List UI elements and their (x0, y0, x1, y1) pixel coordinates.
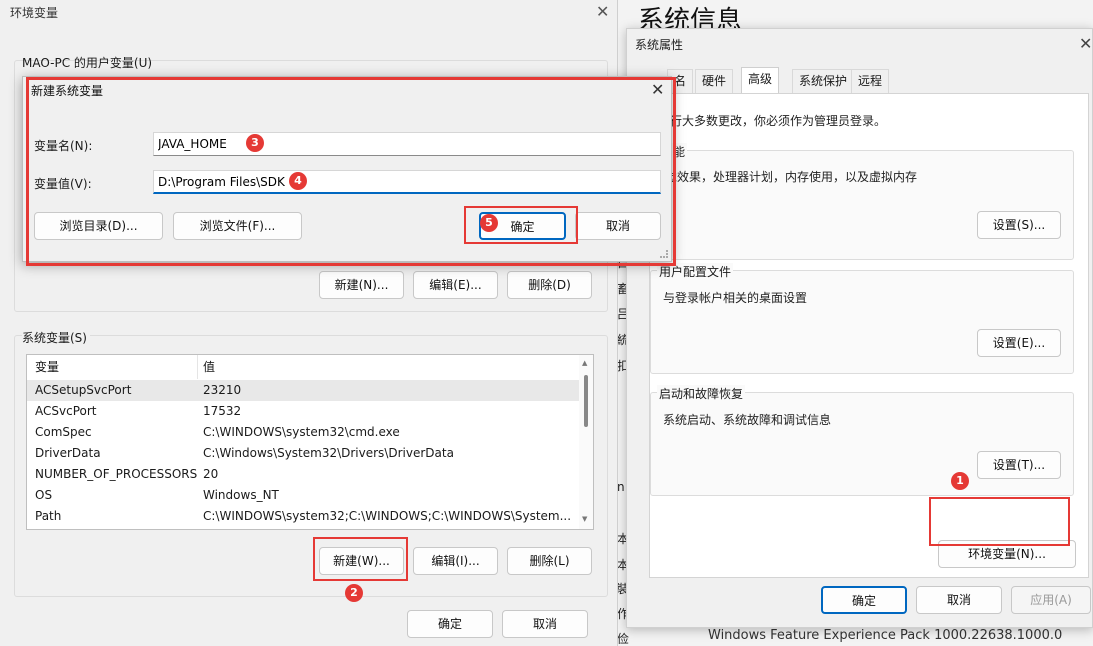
user-profiles-group: 用户配置文件 与登录帐户相关的桌面设置 设置(E)... (650, 263, 1074, 374)
row-name: ComSpec (35, 425, 92, 439)
sysprops-apply-button[interactable]: 应用(A) (1011, 586, 1091, 614)
table-row[interactable]: DriverData C:\Windows\System32\Drivers\D… (27, 443, 579, 464)
system-edit-button[interactable]: 编辑(I)... (413, 547, 498, 575)
row-name: DriverData (35, 446, 101, 460)
table-row[interactable]: ComSpec C:\WINDOWS\system32\cmd.exe (27, 422, 579, 443)
row-name: ACSvcPort (35, 404, 97, 418)
tab-system-protection[interactable]: 系统保护 (792, 69, 855, 93)
startup-recovery-settings-button[interactable]: 设置(T)... (977, 451, 1061, 479)
row-name: ACSetupSvcPort (35, 383, 132, 397)
table-row[interactable]: OS Windows_NT (27, 485, 579, 506)
row-name: OS (35, 488, 53, 502)
user-delete-button[interactable]: 删除(D) (507, 271, 592, 299)
startup-recovery-desc: 系统启动、系统故障和调试信息 (663, 413, 832, 427)
system-variables-table[interactable]: 变量 值 ACSetupSvcPort 23210 ACSvcPort 1753… (26, 354, 594, 530)
row-value: C:\Windows\System32\Drivers\DriverData (203, 446, 454, 460)
highlight-env-button (929, 497, 1070, 546)
step-badge: 4 (289, 172, 307, 190)
tab-remote[interactable]: 远程 (851, 69, 890, 93)
user-edit-button[interactable]: 编辑(E)... (413, 271, 498, 299)
user-variables-label: MAO-PC 的用户变量(U) (22, 56, 153, 70)
admin-note: 进行大多数更改，你必须作为管理员登录。 (658, 114, 887, 128)
row-name: NUMBER_OF_PROCESSORS (35, 467, 198, 481)
row-value: 17532 (203, 404, 242, 418)
close-icon[interactable]: ✕ (596, 2, 609, 21)
env-window-title: 环境变量 (10, 6, 59, 20)
tab-advanced[interactable]: 高级 (741, 67, 780, 94)
row-value: C:\WINDOWS\system32\cmd.exe (203, 425, 400, 439)
table-row[interactable]: NUMBER_OF_PROCESSORS 20 (27, 464, 579, 485)
row-name: Path (35, 509, 62, 523)
column-header-value[interactable]: 值 (203, 355, 215, 379)
row-value: C:\WINDOWS\system32;C:\WINDOWS;C:\WINDOW… (203, 509, 572, 523)
tab-hardware[interactable]: 硬件 (695, 69, 734, 93)
performance-group: 能 觉效果，处理器计划，内存使用，以及虚拟内存 设置(S)... (650, 143, 1074, 260)
startup-recovery-group: 启动和故障恢复 系统启动、系统故障和调试信息 设置(T)... (650, 385, 1074, 496)
scroll-down-icon[interactable]: ▼ (582, 515, 587, 523)
close-icon[interactable]: ✕ (1079, 34, 1092, 53)
column-header-name[interactable]: 变量 (35, 355, 59, 379)
performance-settings-button[interactable]: 设置(S)... (977, 211, 1061, 239)
column-divider[interactable] (197, 355, 198, 379)
system-properties-title: 系统属性 (635, 38, 684, 52)
highlight-new-var-dialog (26, 77, 676, 266)
step-badge: 3 (246, 134, 264, 152)
env-cancel-button[interactable]: 取消 (502, 610, 588, 638)
table-row[interactable]: Path C:\WINDOWS\system32;C:\WINDOWS;C:\W… (27, 506, 579, 527)
highlight-new-button (313, 537, 408, 581)
strip-char: 俭 (617, 630, 630, 646)
scroll-up-icon[interactable]: ▲ (582, 359, 587, 367)
sysprops-ok-button[interactable]: 确定 (821, 586, 907, 614)
step-badge: 2 (345, 584, 363, 602)
sysprops-cancel-button[interactable]: 取消 (916, 586, 1002, 614)
step-badge: 1 (951, 472, 969, 490)
performance-desc: 觉效果，处理器计划，内存使用，以及虚拟内存 (665, 170, 918, 184)
table-row[interactable]: ACSvcPort 17532 (27, 401, 579, 422)
startup-recovery-title: 启动和故障恢复 (657, 385, 746, 402)
env-ok-button[interactable]: 确定 (407, 610, 493, 638)
system-delete-button[interactable]: 删除(L) (507, 547, 592, 575)
scrollbar-thumb[interactable] (584, 375, 588, 427)
system-variables-label: 系统变量(S) (22, 329, 90, 346)
feature-pack-text: Windows Feature Experience Pack 1000.226… (708, 628, 1063, 643)
row-value: Windows_NT (203, 488, 279, 502)
user-new-button[interactable]: 新建(N)... (319, 271, 404, 299)
table-row[interactable]: ACSetupSvcPort 23210 (27, 380, 579, 401)
user-profiles-desc: 与登录帐户相关的桌面设置 (663, 291, 808, 305)
user-profiles-settings-button[interactable]: 设置(E)... (977, 329, 1061, 357)
step-badge: 5 (480, 214, 498, 232)
vertical-scrollbar[interactable]: ▲ ▼ (579, 355, 593, 529)
row-value: 20 (203, 467, 219, 481)
row-value: 23210 (203, 383, 242, 397)
